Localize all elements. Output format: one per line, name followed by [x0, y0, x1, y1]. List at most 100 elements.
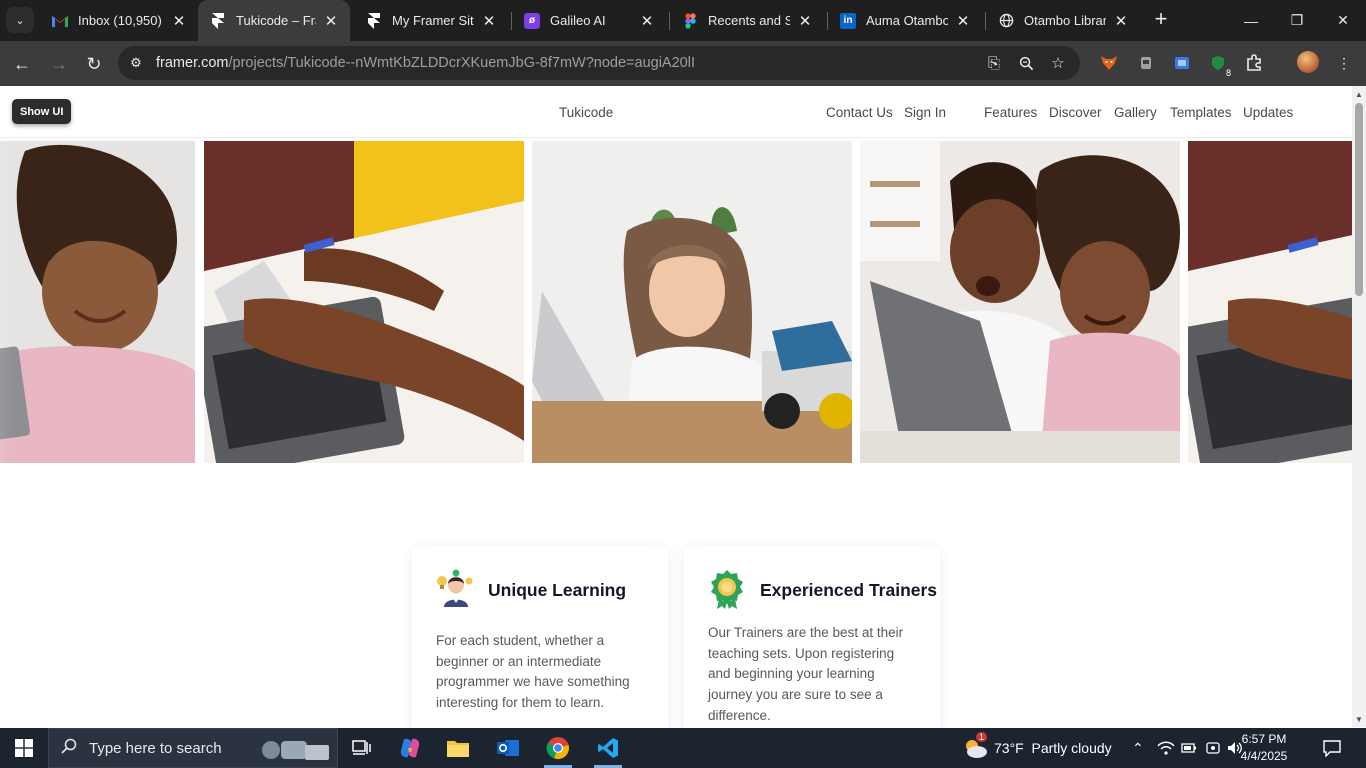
outlook-button[interactable] — [484, 728, 532, 768]
extension-icon[interactable] — [1135, 52, 1157, 74]
network-icon[interactable] — [1157, 728, 1175, 768]
close-icon[interactable]: ✕ — [638, 12, 656, 30]
taskbar-search-box[interactable]: Type here to search — [48, 728, 338, 768]
tab-galileo[interactable]: ø Galileo AI ✕ — [512, 3, 666, 38]
extensions-puzzle-icon[interactable] — [1243, 52, 1265, 74]
minimize-button[interactable]: — — [1228, 0, 1274, 41]
tab-my-framer-site[interactable]: My Framer Site ✕ — [354, 3, 508, 38]
close-window-button[interactable]: ✕ — [1320, 0, 1366, 41]
clock-time: 6:57 PM — [1241, 732, 1287, 746]
zoom-icon[interactable] — [1016, 53, 1036, 73]
nav-templates[interactable]: Templates — [1170, 105, 1232, 120]
new-tab-button[interactable]: + — [1150, 8, 1172, 30]
shield-extension-icon[interactable]: 8 — [1207, 52, 1233, 78]
tab-title: Auma Otambo | — [866, 13, 948, 28]
outlook-icon — [497, 740, 519, 756]
weather-widget[interactable]: 1 73°F Partly cloudy — [962, 728, 1112, 768]
tab-gmail[interactable]: Inbox (10,950) - j ✕ — [40, 3, 198, 38]
bookmark-star-icon[interactable]: ☆ — [1048, 53, 1068, 73]
windows-logo-icon — [15, 739, 33, 757]
start-button[interactable] — [0, 728, 48, 768]
tab-title: Inbox (10,950) - j — [78, 13, 164, 28]
partly-cloudy-icon: 1 — [962, 732, 988, 760]
tab-title: Galileo AI — [550, 13, 606, 28]
task-view-button[interactable] — [338, 728, 386, 768]
chrome-taskbar-button[interactable] — [534, 728, 582, 768]
plus-icon: + — [1154, 6, 1168, 31]
tab-linkedin[interactable]: in Auma Otambo | ✕ — [828, 3, 982, 38]
show-hidden-icons-button[interactable]: ⌃ — [1132, 728, 1144, 768]
url-text[interactable]: framer.com/projects/Tukicode--nWmtKbZLDD… — [156, 55, 695, 71]
close-icon[interactable]: ✕ — [796, 12, 814, 30]
nav-gallery[interactable]: Gallery — [1114, 105, 1157, 120]
tab-tukicode[interactable]: Tukicode – Fram ✕ — [198, 0, 350, 41]
forward-button[interactable]: → — [44, 49, 74, 79]
award-badge-icon — [708, 569, 746, 609]
page-viewport: Tukicode Contact Us Sign In Features Dis… — [0, 86, 1352, 727]
nav-discover[interactable]: Discover — [1049, 105, 1102, 120]
meet-now-icon[interactable] — [1205, 728, 1221, 768]
gmail-icon — [52, 13, 68, 29]
scroll-up-arrow-icon[interactable]: ▲ — [1352, 88, 1366, 100]
back-button[interactable]: ← — [7, 49, 37, 79]
page-scrollbar[interactable]: ▲ ▼ — [1352, 86, 1366, 727]
fox-extension-icon[interactable] — [1098, 52, 1120, 74]
card-title: Unique Learning — [488, 580, 627, 600]
address-bar[interactable]: ⚙ framer.com/projects/Tukicode--nWmtKbZL… — [118, 46, 1080, 80]
url-path: /projects/Tukicode--nWmtKbZLDDcrXKuemJbG… — [228, 55, 695, 71]
file-explorer-button[interactable] — [434, 728, 482, 768]
profile-avatar[interactable] — [1297, 51, 1319, 73]
notification-center-button[interactable] — [1320, 736, 1344, 760]
system-clock[interactable]: 6:57 PM 4/4/2025 — [1230, 731, 1298, 765]
feature-card-unique-learning: Unique Learning For each student, whethe… — [412, 545, 668, 727]
folder-icon — [447, 741, 469, 757]
browser-toolbar: ← → ↻ ⚙ framer.com/projects/Tukicode--nW… — [0, 41, 1366, 86]
screenshot-extension-icon[interactable] — [1171, 52, 1193, 74]
install-app-icon[interactable]: ⎘ — [984, 53, 1004, 73]
globe-icon — [998, 13, 1014, 29]
card-body: Our Trainers are the best at their teach… — [708, 625, 904, 723]
figma-icon — [682, 12, 698, 29]
reload-button[interactable]: ↻ — [79, 49, 109, 79]
scroll-down-arrow-icon[interactable]: ▼ — [1352, 713, 1366, 725]
tab-title: My Framer Site — [392, 13, 474, 28]
site-settings-icon[interactable]: ⚙ — [126, 53, 146, 73]
close-icon[interactable]: ✕ — [322, 12, 340, 30]
photo-gallery — [0, 141, 1352, 463]
close-icon[interactable]: ✕ — [1112, 12, 1130, 30]
arrow-right-icon: → — [50, 53, 68, 74]
close-icon[interactable]: ✕ — [954, 12, 972, 30]
chevron-down-icon: ⌄ — [15, 14, 25, 27]
close-icon[interactable]: ✕ — [170, 12, 188, 30]
framer-icon — [366, 12, 382, 29]
card-body: For each student, whether a beginner or … — [436, 633, 630, 711]
copilot-icon — [400, 738, 420, 758]
nav-sign-in[interactable]: Sign In — [904, 105, 946, 120]
minimize-icon: — — [1244, 12, 1258, 29]
vscode-taskbar-button[interactable] — [584, 728, 632, 768]
tab-search-button[interactable]: ⌄ — [6, 7, 34, 33]
restore-button[interactable]: ❐ — [1274, 0, 1320, 41]
scroll-thumb[interactable] — [1355, 103, 1363, 296]
search-icon — [61, 738, 77, 759]
show-ui-button[interactable]: Show UI — [12, 99, 72, 124]
weather-text: 73°F Partly cloudy — [994, 740, 1112, 756]
url-host: framer.com — [156, 55, 229, 71]
search-highlight-icon — [259, 735, 331, 768]
nav-updates[interactable]: Updates — [1243, 105, 1293, 120]
nav-features[interactable]: Features — [984, 105, 1037, 120]
copilot-button[interactable] — [386, 728, 434, 768]
tab-title: Recents and Sha — [708, 13, 790, 28]
tab-title: Otambo Library — [1024, 13, 1106, 28]
tab-otambo-library[interactable]: Otambo Library ✕ — [986, 3, 1140, 38]
tab-figma[interactable]: Recents and Sha ✕ — [670, 3, 824, 38]
more-menu-icon[interactable]: ⋮ — [1333, 52, 1355, 74]
close-icon[interactable]: ✕ — [480, 12, 498, 30]
battery-icon[interactable] — [1181, 728, 1197, 768]
notification-icon — [1323, 740, 1341, 757]
girl-robot-kit-photo — [532, 141, 852, 463]
windows-taskbar: Type here to search 1 73°F Partly cloudy… — [0, 728, 1366, 768]
site-brand[interactable]: Tukicode — [559, 105, 613, 120]
nav-contact-us[interactable]: Contact Us — [826, 105, 893, 120]
vscode-icon — [598, 738, 618, 758]
